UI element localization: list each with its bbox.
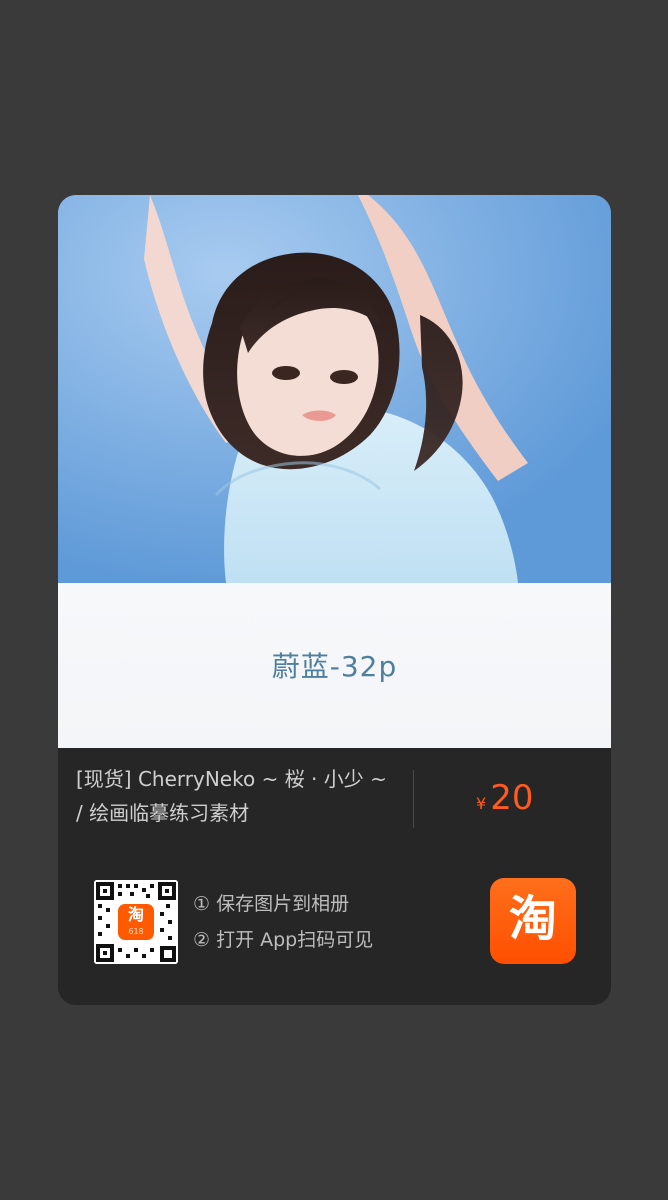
photo-caption: 蔚蓝-32p: [271, 650, 398, 683]
product-title[interactable]: [现货] CherryNeko ~ 桜 · 小少 ~ / 绘画临摹练习素材: [76, 762, 396, 830]
step-save-image: ① 保存图片到相册: [193, 893, 350, 915]
caption-band: 蔚蓝-32p: [58, 583, 611, 748]
qr-center-subbadge: 618: [128, 927, 144, 936]
share-card: 蔚蓝-32p [现货] CherryNeko ~ 桜 · 小少 ~ / 绘画临摹…: [58, 195, 611, 1005]
step-open-app: ② 打开 App扫码可见: [193, 929, 374, 951]
price-currency: ¥: [476, 794, 487, 813]
product-photo: [58, 195, 611, 583]
qr-center-badge: 淘: [127, 905, 144, 924]
qr-code-icon[interactable]: 淘 618: [94, 880, 178, 964]
product-info-panel: [现货] CherryNeko ~ 桜 · 小少 ~ / 绘画临摹练习素材 ¥ …: [58, 748, 611, 1005]
taobao-logo-icon[interactable]: 淘: [490, 878, 576, 964]
product-price: ¥ 20: [476, 778, 533, 818]
scan-instructions: ① 保存图片到相册 ② 打开 App扫码可见: [193, 886, 453, 958]
title-price-divider: [413, 770, 414, 828]
price-value: 20: [490, 778, 534, 818]
taobao-logo-text: 淘: [508, 891, 557, 947]
